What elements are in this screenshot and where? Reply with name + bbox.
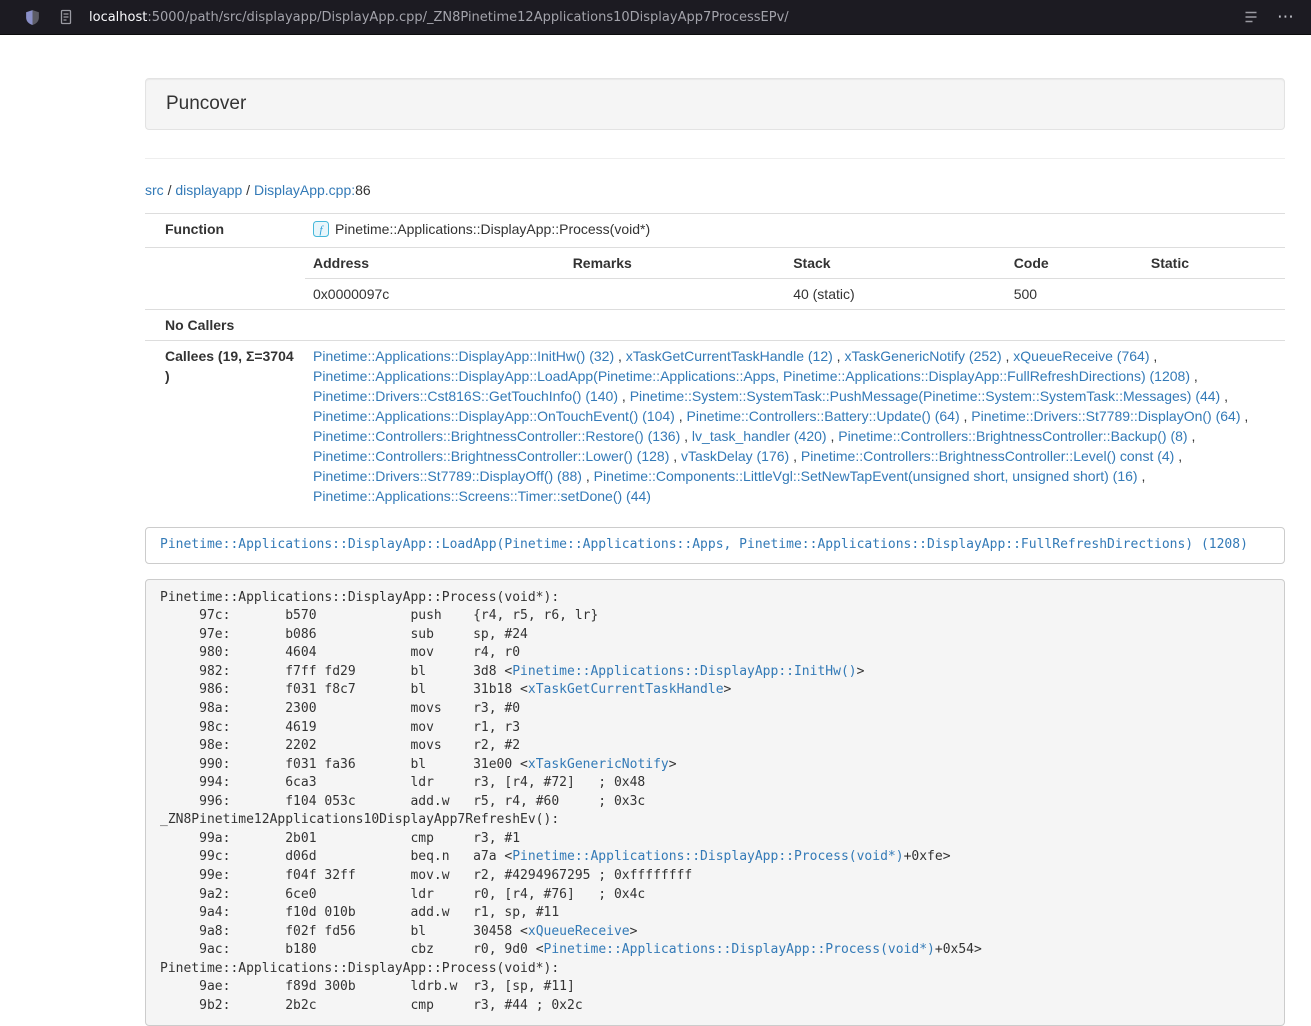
function-row: Function f Pinetime::Applications::Displ… — [145, 214, 1285, 248]
callee-link[interactable]: Pinetime::Applications::DisplayApp::Load… — [313, 368, 1190, 384]
code-symbol-link[interactable]: xTaskGenericNotify — [528, 757, 669, 772]
site-identity-page-icon[interactable] — [56, 7, 76, 27]
callee-link[interactable]: Pinetime::Controllers::Battery::Update()… — [687, 408, 960, 424]
code-symbol-link[interactable]: xQueueReceive — [528, 924, 630, 939]
no-callers-row: No Callers — [145, 310, 1285, 341]
details-row-label — [145, 248, 305, 310]
page-actions-menu-icon[interactable]: ⋯ — [1277, 9, 1295, 26]
col-header-stack: Stack — [785, 248, 1006, 279]
callee-link[interactable]: Pinetime::Applications::DisplayApp::OnTo… — [313, 408, 675, 424]
value-remarks — [565, 279, 786, 310]
no-callers-cell — [305, 310, 1285, 341]
function-type-icon: f — [313, 221, 329, 242]
code-symbol-link[interactable]: xTaskGetCurrentTaskHandle — [528, 682, 724, 697]
callee-link[interactable]: Pinetime::Components::LittleVgl::SetNewT… — [594, 468, 1138, 484]
breadcrumb: src / displayapp / DisplayApp.cpp:86 — [145, 180, 1285, 200]
callee-link[interactable]: lv_task_handler (420) — [692, 428, 827, 444]
code-symbol-link[interactable]: Pinetime::Applications::DisplayApp::Proc… — [544, 942, 935, 957]
function-name-cell: f Pinetime::Applications::DisplayApp::Pr… — [305, 214, 1285, 248]
callee-link[interactable]: xTaskGenericNotify (252) — [844, 348, 1001, 364]
callee-link[interactable]: xQueueReceive (764) — [1013, 348, 1149, 364]
app-title: Puncover — [166, 93, 246, 114]
col-header-address: Address — [305, 248, 565, 279]
callee-link[interactable]: Pinetime::Controllers::BrightnessControl… — [838, 428, 1187, 444]
breadcrumb-separator: / — [168, 182, 172, 198]
function-details-table: Address Remarks Stack Code Static 0x0000… — [305, 248, 1285, 309]
callees-list: Pinetime::Applications::DisplayApp::Init… — [305, 341, 1285, 512]
code-symbol-link[interactable]: Pinetime::Applications::DisplayApp::Init… — [512, 664, 856, 679]
app-header-panel: Puncover — [145, 78, 1285, 130]
highlighted-callee-box: Pinetime::Applications::DisplayApp::Load… — [145, 527, 1285, 564]
callees-label: Callees (19, Σ=3704 ) — [145, 341, 305, 512]
url-host: localhost — [89, 10, 147, 25]
callee-link[interactable]: Pinetime::Drivers::St7789::DisplayOff() … — [313, 468, 582, 484]
disassembly-code-block: Pinetime::Applications::DisplayApp::Proc… — [145, 579, 1285, 1026]
details-value-row: 0x0000097c 40 (static) 500 — [305, 279, 1285, 310]
callee-link[interactable]: xTaskGetCurrentTaskHandle (12) — [626, 348, 833, 364]
browser-url-bar: localhost:5000/path/src/displayapp/Displ… — [0, 0, 1311, 35]
function-label: Function — [145, 214, 305, 248]
col-header-static: Static — [1143, 248, 1285, 279]
function-name: Pinetime::Applications::DisplayApp::Proc… — [335, 221, 650, 237]
page-content: Puncover src / displayapp / DisplayApp.c… — [145, 78, 1285, 1026]
col-header-code: Code — [1006, 248, 1143, 279]
callee-link[interactable]: Pinetime::Applications::Screens::Timer::… — [313, 488, 651, 504]
col-header-remarks: Remarks — [565, 248, 786, 279]
callee-link[interactable]: Pinetime::Drivers::St7789::DisplayOn() (… — [971, 408, 1240, 424]
details-cell: Address Remarks Stack Code Static 0x0000… — [305, 248, 1285, 310]
breadcrumb-separator: / — [246, 182, 250, 198]
details-row: Address Remarks Stack Code Static 0x0000… — [145, 248, 1285, 310]
code-symbol-link[interactable]: Pinetime::Applications::DisplayApp::Proc… — [512, 849, 903, 864]
symbol-info-table: Function f Pinetime::Applications::Displ… — [145, 213, 1285, 511]
callee-link[interactable]: Pinetime::Controllers::BrightnessControl… — [801, 448, 1174, 464]
value-static — [1143, 279, 1285, 310]
breadcrumb-displayapp-link[interactable]: displayapp — [175, 182, 242, 198]
callee-link[interactable]: Pinetime::Controllers::BrightnessControl… — [313, 428, 680, 444]
callee-link[interactable]: Pinetime::Controllers::BrightnessControl… — [313, 448, 669, 464]
breadcrumb-line-number: 86 — [355, 182, 371, 198]
value-stack: 40 (static) — [785, 279, 1006, 310]
callee-link[interactable]: Pinetime::Applications::DisplayApp::Init… — [313, 348, 614, 364]
value-code: 500 — [1006, 279, 1143, 310]
highlighted-callee-link[interactable]: Pinetime::Applications::DisplayApp::Load… — [160, 537, 1248, 552]
url-text[interactable]: localhost:5000/path/src/displayapp/Displ… — [89, 10, 789, 25]
url-path: :5000/path/src/displayapp/DisplayApp.cpp… — [147, 10, 788, 25]
breadcrumb-src-link[interactable]: src — [145, 182, 164, 198]
value-address: 0x0000097c — [305, 279, 565, 310]
callee-link[interactable]: Pinetime::System::SystemTask::PushMessag… — [630, 388, 1221, 404]
no-callers-label: No Callers — [145, 310, 305, 341]
callee-link[interactable]: Pinetime::Drivers::Cst816S::GetTouchInfo… — [313, 388, 618, 404]
callees-row: Callees (19, Σ=3704 ) Pinetime::Applicat… — [145, 341, 1285, 512]
details-header-row: Address Remarks Stack Code Static — [305, 248, 1285, 279]
reader-mode-icon[interactable] — [1241, 7, 1261, 27]
divider — [145, 158, 1285, 159]
breadcrumb-file-link[interactable]: DisplayApp.cpp: — [254, 182, 355, 198]
callee-link[interactable]: vTaskDelay (176) — [681, 448, 789, 464]
tracking-protection-shield-icon[interactable] — [22, 7, 42, 27]
